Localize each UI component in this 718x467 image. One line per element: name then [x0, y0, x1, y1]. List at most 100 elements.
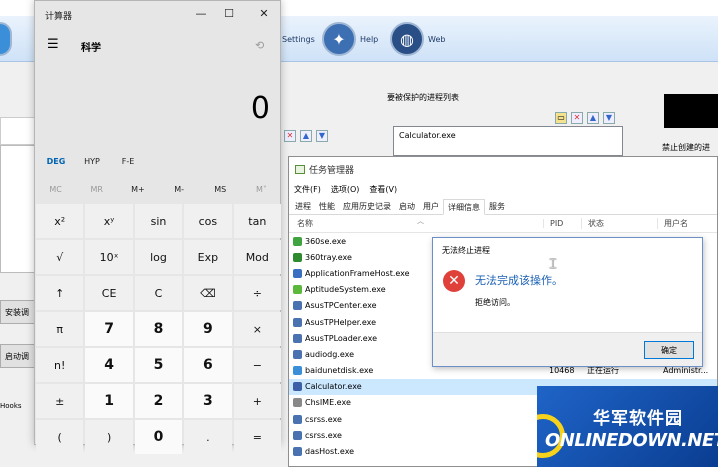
m-minus-button[interactable]: M- — [159, 185, 200, 194]
process-name: AsusTPHelper.exe — [305, 317, 377, 327]
tab-details[interactable]: 详细信息 — [443, 199, 485, 215]
nine-button[interactable]: 9 — [184, 312, 232, 346]
history-icon[interactable]: ⟲ — [255, 39, 264, 52]
close-icon[interactable]: ✕ — [256, 7, 272, 20]
ce-button[interactable]: CE — [85, 276, 133, 310]
equals-button[interactable]: = — [233, 420, 281, 454]
exp-button[interactable]: Exp — [184, 240, 232, 274]
error-icon: ✕ — [443, 270, 465, 292]
multiply-button[interactable]: × — [233, 312, 281, 346]
tab-app-history[interactable]: 应用历史记录 — [339, 198, 395, 214]
watermark-en: ONLINEDOWN.NET — [545, 430, 718, 451]
folder-icon[interactable]: ▭ — [555, 112, 567, 124]
calculator-window: 计算器 — ☐ ✕ ☰ 科学 ⟲ 0 DEG HYP F-E MC MR M+ … — [34, 0, 282, 454]
mod-button[interactable]: Mod — [233, 240, 281, 274]
menu-options[interactable]: 选项(O) — [331, 184, 360, 195]
sin-button[interactable]: sin — [134, 204, 183, 238]
divide-button[interactable]: ÷ — [233, 276, 281, 310]
task-manager-titlebar[interactable]: 任务管理器 — [289, 157, 717, 181]
eight-button[interactable]: 8 — [134, 312, 183, 346]
ms-button[interactable]: MS — [200, 185, 241, 194]
sqrt-button[interactable]: √ — [36, 240, 84, 274]
three-button[interactable]: 3 — [184, 384, 232, 418]
hooks-label: Hooks — [0, 402, 22, 410]
help-button[interactable]: ✦ Help — [322, 20, 378, 58]
menu-file[interactable]: 文件(F) — [294, 184, 321, 195]
deg-toggle[interactable]: DEG — [38, 157, 74, 166]
process-icon — [293, 447, 302, 457]
mc-button[interactable]: MC — [35, 185, 76, 194]
calculator-titlebar[interactable]: 计算器 — ☐ ✕ — [35, 1, 280, 29]
minimize-icon[interactable]: — — [193, 7, 209, 20]
pi-button[interactable]: π — [36, 312, 84, 346]
cos-button[interactable]: cos — [184, 204, 232, 238]
menu-view[interactable]: 查看(V) — [369, 184, 397, 195]
minus-button[interactable]: − — [233, 348, 281, 382]
tab-users[interactable]: 用户 — [419, 198, 443, 214]
ok-button[interactable]: 确定 — [644, 341, 694, 359]
two-button[interactable]: 2 — [134, 384, 183, 418]
maximize-icon[interactable]: ☐ — [221, 7, 237, 20]
zero-button[interactable]: 0 — [134, 420, 183, 454]
protect-list-item[interactable]: Calculator.exe — [399, 131, 456, 140]
m-plus-button[interactable]: M+ — [117, 185, 158, 194]
backspace-button[interactable]: ⌫ — [184, 276, 232, 310]
hyp-toggle[interactable]: HYP — [74, 157, 110, 166]
close-paren-button[interactable]: ) — [85, 420, 133, 454]
calculator-keypad: x² xʸ sin cos tan √ 10ˣ log Exp Mod ↑ CE C ⌫ ÷ π 7 8 9 × n! 4… — [35, 204, 282, 454]
settings-button[interactable]: Settings — [282, 20, 315, 58]
install-button[interactable]: 安装调 — [0, 300, 36, 324]
angle-toggles: DEG HYP F-E — [35, 157, 282, 166]
tab-performance[interactable]: 性能 — [315, 198, 339, 214]
open-paren-button[interactable]: ( — [36, 420, 84, 454]
process-icon — [293, 285, 302, 295]
factorial-button[interactable]: n! — [36, 348, 84, 382]
shift-button[interactable]: ↑ — [36, 276, 84, 310]
four-button[interactable]: 4 — [85, 348, 133, 382]
error-detail: 拒绝访问。 — [475, 298, 515, 307]
five-button[interactable]: 5 — [134, 348, 183, 382]
column-status[interactable]: 状态 — [581, 218, 657, 229]
column-user[interactable]: 用户名 — [657, 218, 688, 229]
move-up-icon-left[interactable]: ▲ — [300, 130, 312, 142]
column-pid[interactable]: PID — [543, 219, 581, 228]
hamburger-menu-icon[interactable]: ☰ — [47, 37, 59, 52]
start-button[interactable]: 启动调 — [0, 344, 36, 368]
toolbar-partial-icon[interactable] — [0, 20, 12, 58]
process-icon — [293, 252, 302, 262]
move-up-icon[interactable]: ▲ — [587, 112, 599, 124]
delete-icon[interactable]: ✕ — [571, 112, 583, 124]
one-button[interactable]: 1 — [85, 384, 133, 418]
six-button[interactable]: 6 — [184, 348, 232, 382]
tan-button[interactable]: tan — [233, 204, 281, 238]
negate-button[interactable]: ± — [36, 384, 84, 418]
tab-startup[interactable]: 启动 — [395, 198, 419, 214]
memory-list-button[interactable]: M˅ — [241, 185, 282, 194]
process-name: Calculator.exe — [305, 382, 362, 392]
process-name-cell: csrss.exe — [289, 430, 543, 440]
fe-toggle[interactable]: F-E — [110, 157, 146, 166]
power-button[interactable]: xʸ — [85, 204, 133, 238]
protect-list-title: 要被保护的进程列表 — [387, 93, 459, 102]
left-log-box — [0, 145, 36, 273]
tab-processes[interactable]: 进程 — [291, 198, 315, 214]
calculator-title: 计算器 — [45, 12, 73, 22]
tab-services[interactable]: 服务 — [485, 198, 509, 214]
plus-button[interactable]: + — [233, 384, 281, 418]
seven-button[interactable]: 7 — [85, 312, 133, 346]
move-down-icon-left[interactable]: ▼ — [316, 130, 328, 142]
web-button[interactable]: ◍ Web — [390, 20, 445, 58]
ten-power-button[interactable]: 10ˣ — [85, 240, 133, 274]
log-button[interactable]: log — [134, 240, 183, 274]
protect-list[interactable]: Calculator.exe — [393, 126, 623, 156]
column-name[interactable]: 名称 — [289, 218, 543, 229]
decimal-button[interactable]: . — [184, 420, 232, 454]
delete-icon-left[interactable]: ✕ — [284, 130, 296, 142]
move-down-icon[interactable]: ▼ — [603, 112, 615, 124]
process-table-header: ︿ 名称 PID 状态 用户名 — [289, 215, 717, 233]
process-icon — [293, 317, 302, 327]
mr-button[interactable]: MR — [76, 185, 117, 194]
square-button[interactable]: x² — [36, 204, 84, 238]
clear-button[interactable]: C — [134, 276, 183, 310]
task-manager-menubar: 文件(F) 选项(O) 查看(V) — [289, 181, 717, 197]
